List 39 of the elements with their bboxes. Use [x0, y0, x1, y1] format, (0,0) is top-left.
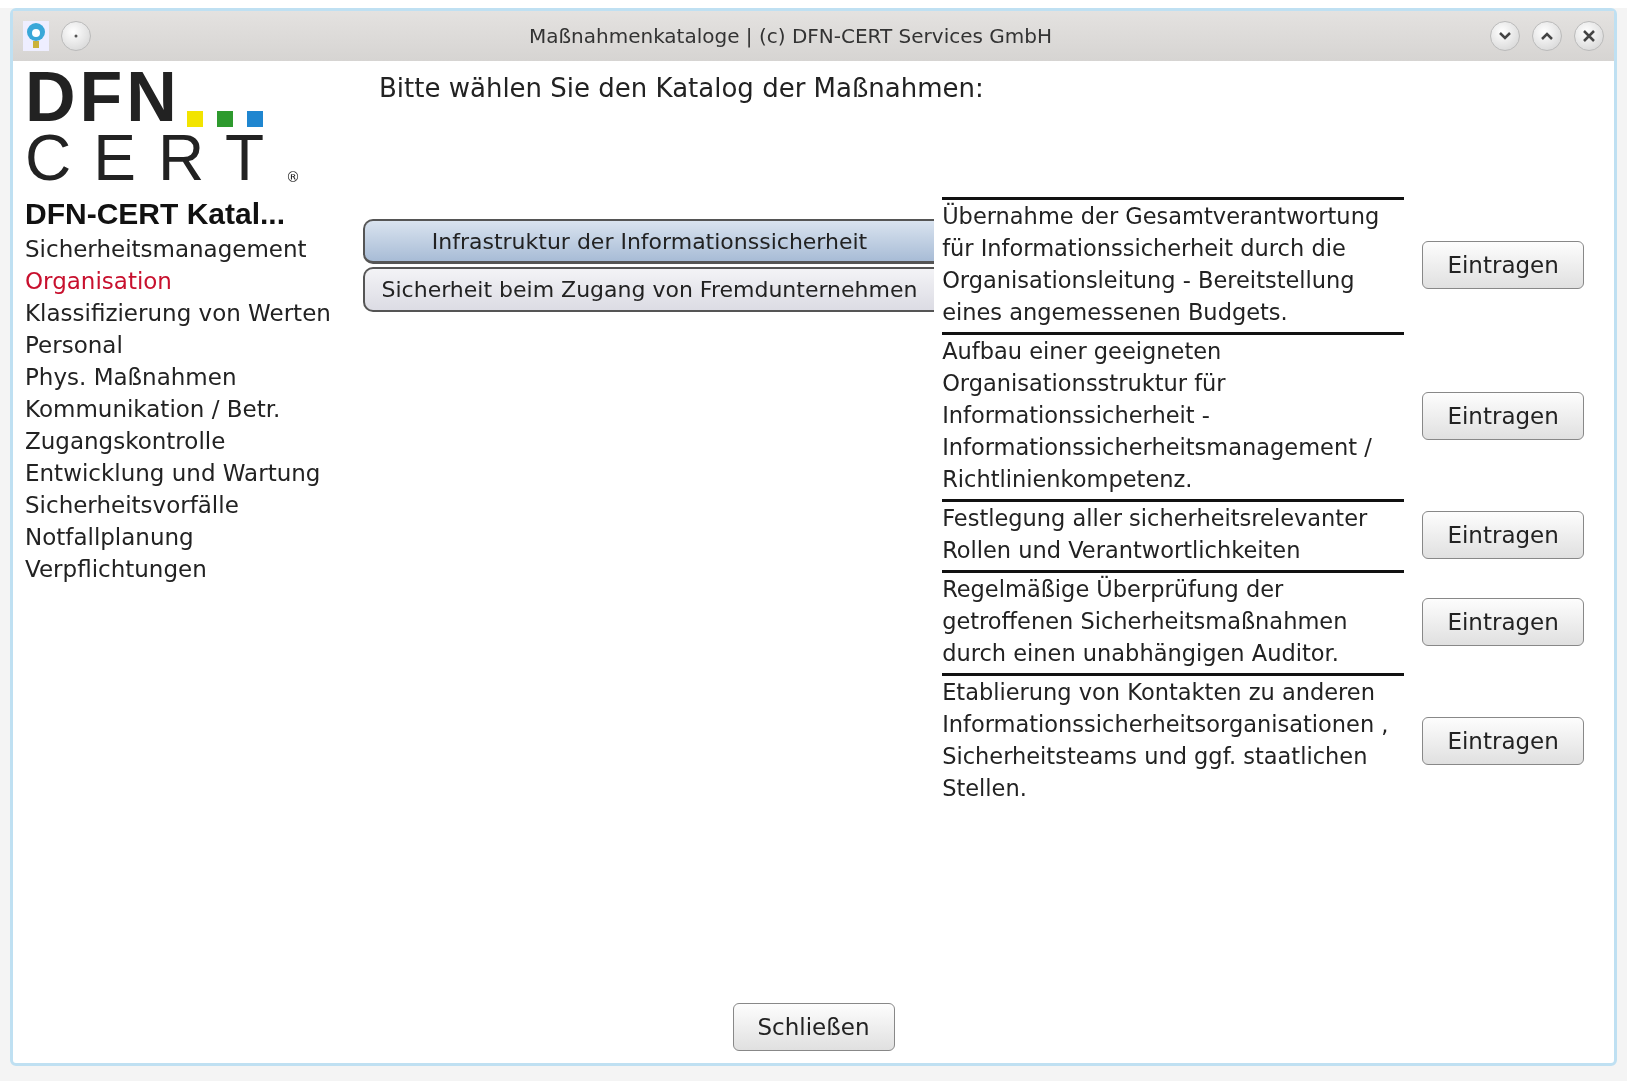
dot-icon [74, 34, 78, 38]
catalog-item[interactable]: Phys. Maßnahmen [25, 361, 331, 393]
category-tab[interactable]: Infrastruktur der Informationssicherheit [362, 219, 935, 264]
close-button[interactable] [1574, 21, 1604, 51]
add-button[interactable]: Eintragen [1422, 716, 1585, 765]
measure-text: Etablierung von Kontakten zu anderen Informationssicherheitsorganisationen , Sicherheitsteams und ggf. staatlichen Stellen. [942, 673, 1405, 808]
registered-mark: ® [286, 169, 301, 185]
add-button[interactable]: Eintragen [1422, 510, 1585, 559]
app-icon[interactable] [23, 21, 49, 51]
category-tab[interactable]: Sicherheit beim Zugang von Fremdunternehmen [362, 267, 935, 312]
close-dialog-button[interactable]: Schließen [732, 1003, 895, 1051]
prompt-text: Bitte wählen Sie den Katalog der Maßnahmen: [379, 72, 984, 105]
add-button[interactable]: Eintragen [1422, 597, 1585, 646]
catalog-item[interactable]: Sicherheitsvorfälle [25, 489, 331, 521]
minimize-button[interactable] [1490, 21, 1520, 51]
maximize-button[interactable] [1532, 21, 1562, 51]
catalog-item[interactable]: Klassifizierung von Werten [25, 297, 331, 329]
measure-text: Aufbau einer geeigneten Organisationsstruktur für Informationssicherheit - Informationssicherheitsmanagement / Richtlinienkompetenz. [942, 332, 1405, 499]
chevron-down-icon [1498, 31, 1512, 41]
catalog-item[interactable]: Sicherheitsmanagement [25, 233, 331, 265]
chevron-up-icon [1540, 31, 1554, 41]
logo-text: CERT [25, 127, 287, 189]
close-icon [1582, 29, 1596, 43]
catalog-item[interactable]: Entwicklung und Wartung [25, 457, 331, 489]
catalog-item[interactable]: Kommunikation / Betr. [25, 393, 331, 425]
logo-text: DFN [25, 67, 181, 127]
colored-squares-icon [186, 111, 263, 127]
measure-text: Übernahme der Gesamtverantwortung für Informationssicherheit durch die Organisationsleitung - Bereitstellung eines angemessenen Budgets. [942, 197, 1405, 332]
add-button[interactable]: Eintragen [1422, 391, 1585, 440]
add-button[interactable]: Eintragen [1422, 240, 1585, 289]
catalog-item[interactable]: Notfallplanung [25, 521, 331, 553]
sidebar-title: DFN-CERT Katal... [25, 197, 286, 231]
catalog-item[interactable]: Organisation [25, 265, 331, 297]
measure-text: Festlegung aller sicherheitsrelevanter Rollen und Verantwortlichkeiten [942, 499, 1405, 570]
catalog-item[interactable]: Personal [25, 329, 331, 361]
window-title: Maßnahmenkataloge | (c) DFN-CERT Services GmbH [527, 24, 1054, 48]
measure-text: Regelmäßige Überprüfung der getroffenen Sicherheitsmaßnahmen durch einen unabhängigen Auditor. [942, 570, 1405, 673]
catalog-item[interactable]: Verpflichtungen [25, 553, 331, 585]
catalog-item[interactable]: Zugangskontrolle [25, 425, 331, 457]
